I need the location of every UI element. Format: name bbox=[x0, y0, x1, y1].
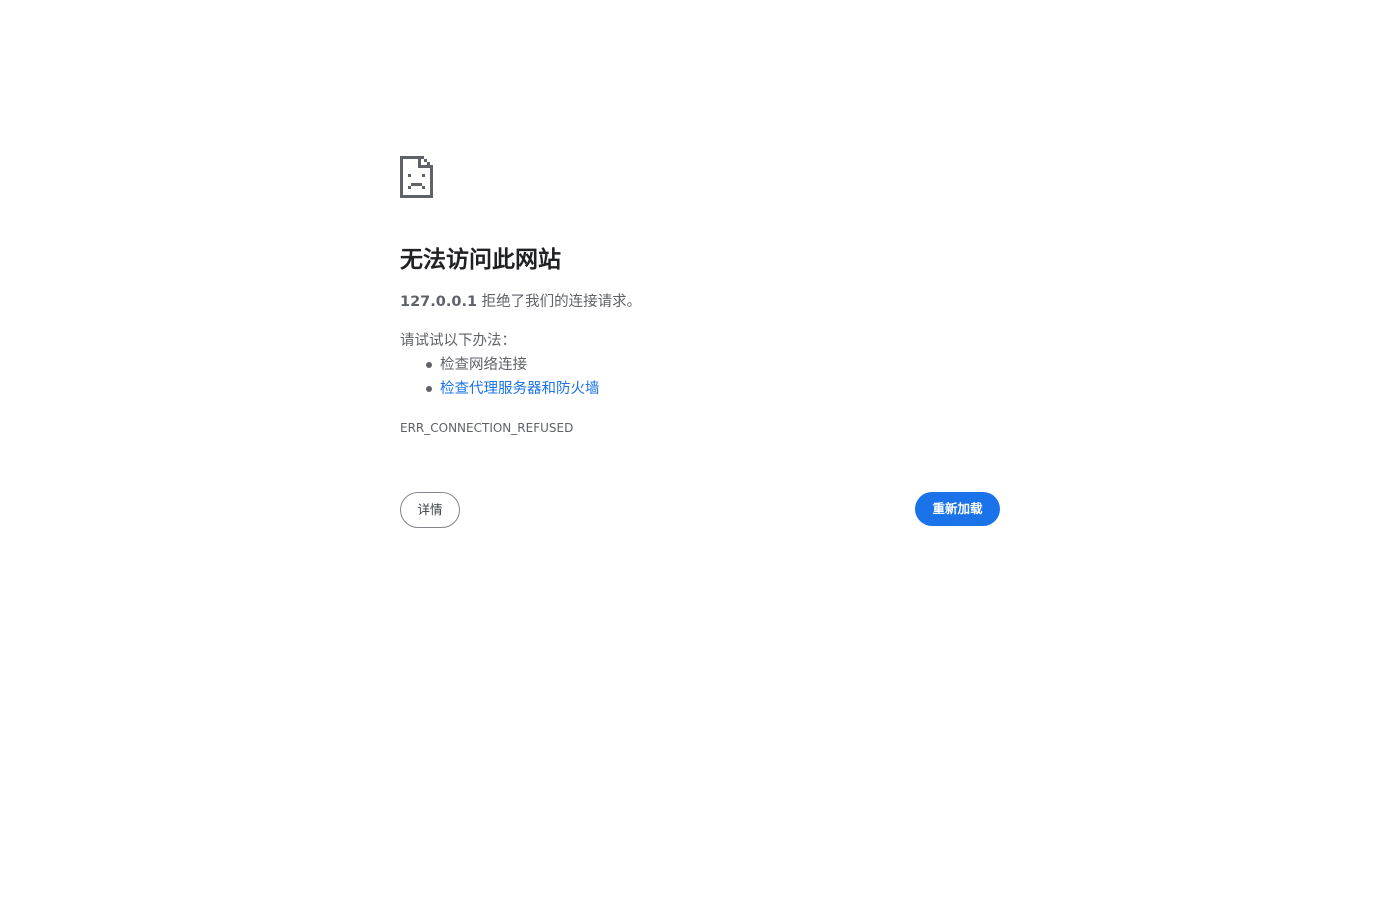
list-item: 检查代理服务器和防火墙 bbox=[400, 379, 600, 403]
page-title: 无法访问此网站 bbox=[400, 247, 561, 273]
suggestion-check-network: 检查网络连接 bbox=[440, 357, 527, 373]
error-page: 无法访问此网站 127.0.0.1 拒绝了我们的连接请求。 请试试以下办法： 检… bbox=[0, 0, 1400, 900]
error-code: ERR_CONNECTION_REFUSED bbox=[400, 421, 574, 435]
sad-page-icon bbox=[400, 156, 433, 198]
suggestion-check-proxy-link[interactable]: 检查代理服务器和防火墙 bbox=[440, 381, 600, 397]
host-name: 127.0.0.1 bbox=[400, 294, 478, 310]
reload-button[interactable]: 重新加载 bbox=[915, 492, 1000, 526]
suggestions-heading: 请试试以下办法： bbox=[400, 333, 516, 349]
bullet-icon bbox=[426, 362, 432, 368]
bullet-icon bbox=[426, 386, 432, 392]
error-summary: 127.0.0.1 拒绝了我们的连接请求。 bbox=[400, 292, 641, 312]
suggestions-list: 检查网络连接 检查代理服务器和防火墙 bbox=[400, 355, 600, 403]
details-button[interactable]: 详情 bbox=[400, 492, 460, 528]
list-item: 检查网络连接 bbox=[400, 355, 600, 379]
summary-text: 拒绝了我们的连接请求。 bbox=[477, 294, 642, 310]
